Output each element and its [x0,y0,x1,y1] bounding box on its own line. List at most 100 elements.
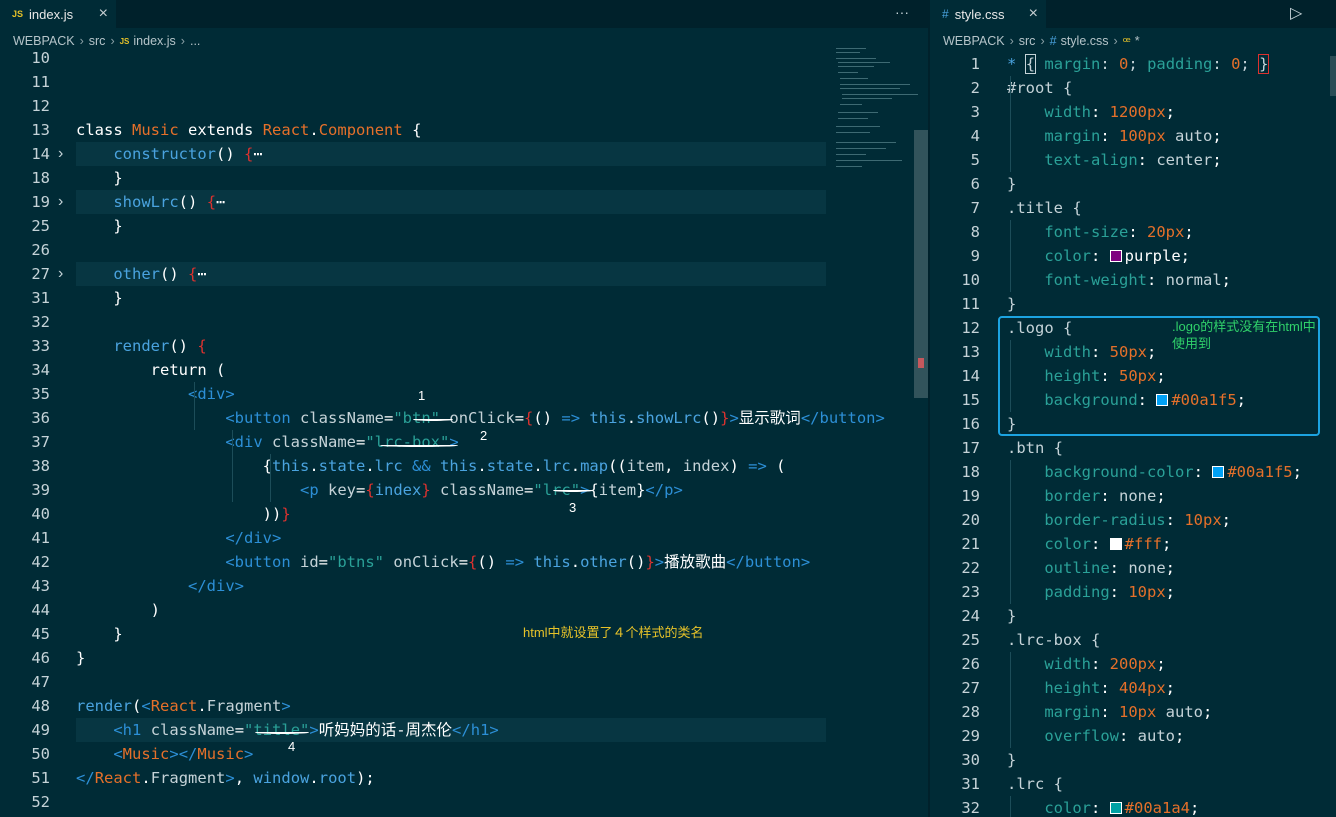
minimap[interactable] [832,42,918,182]
code-line[interactable]: 41 </div> [0,526,928,550]
js-file-icon: JS [119,36,130,46]
tab-label: index.js [29,6,74,22]
color-swatch[interactable] [1212,466,1225,478]
code-line[interactable]: 17 .btn { [930,436,1336,460]
line-number: 39 [31,481,50,499]
breadcrumb-item[interactable]: style.css [1061,34,1109,48]
code-line[interactable]: 30} [930,748,1336,772]
color-swatch[interactable] [1109,250,1122,262]
code-line[interactable]: 4 margin: 100px auto; [930,124,1336,148]
code-text: {this.state.lrc && this.state.lrc.map((i… [262,457,786,475]
code-line[interactable]: 18 background-color: #00a1f5; [930,460,1336,484]
close-icon[interactable]: × [99,5,108,23]
code-line[interactable]: 5 text-align: center; [930,148,1336,172]
more-actions-icon[interactable]: ··· [895,4,909,20]
code-line[interactable]: 32 [0,310,928,334]
annotation-number-4: 4 [288,739,296,754]
code-line[interactable]: 48 render(<React.Fragment> [0,694,928,718]
code-line[interactable]: 37 <div className="lrc-box"> [0,430,928,454]
code-line[interactable]: 32 color: #00a1a4; [930,796,1336,817]
tab-bar-left: JS index.js × ··· [0,0,928,28]
code-line[interactable]: 47 [0,670,928,694]
code-line[interactable]: 11} [930,292,1336,316]
fold-chevron-icon[interactable]: › [58,142,63,166]
code-line[interactable]: 42 <button id="btns" onClick={() => this… [0,550,928,574]
code-text: margin: 100px auto; [1044,127,1222,145]
code-line[interactable]: 26 width: 200px; [930,652,1336,676]
code-line[interactable]: 21 color: #fff; [930,532,1336,556]
annotation-number-3: 3 [569,500,577,515]
code-line[interactable]: 45 } [0,622,928,646]
fold-chevron-icon[interactable]: › [58,262,63,286]
code-line[interactable]: 52 [0,790,928,814]
vertical-scrollbar-thumb[interactable] [1330,56,1336,96]
code-text: render() { [113,337,207,355]
code-line[interactable]: 33 render() { [0,334,928,358]
code-line[interactable]: 40 ))} [0,502,928,526]
code-line[interactable]: 2 #root { [930,76,1336,100]
code-line[interactable]: 29 overflow: auto; [930,724,1336,748]
code-line[interactable]: 24} [930,604,1336,628]
close-icon[interactable]: × [1029,5,1038,23]
code-line[interactable]: 22 outline: none; [930,556,1336,580]
code-line[interactable]: 25 } [0,214,928,238]
code-line[interactable]: 31 } [0,286,928,310]
line-number: 14 [961,367,980,385]
code-line[interactable]: 13 class Music extends React.Component { [0,118,928,142]
code-line[interactable]: 44 ) [0,598,928,622]
code-text: background-color: #00a1f5; [1044,463,1302,481]
code-line[interactable]: 34 return ( [0,358,928,382]
code-line[interactable]: 10 font-weight: normal; [930,268,1336,292]
line-number: 32 [31,313,50,331]
code-line[interactable]: 39 <p key={index} className="lrc">{item}… [0,478,928,502]
line-number: 2 [970,79,980,97]
chevron-right-icon: › [1113,34,1118,48]
code-line[interactable]: 51 </React.Fragment>, window.root); [0,766,928,790]
code-line[interactable]: 1 * { margin: 0; padding: 0; } [930,52,1336,76]
tab-index-js[interactable]: JS index.js × [0,0,116,28]
code-line[interactable]: 7 .title { [930,196,1336,220]
code-line[interactable]: 38 {this.state.lrc && this.state.lrc.map… [0,454,928,478]
code-line[interactable]: 10 [0,46,928,70]
color-swatch[interactable] [1109,538,1122,550]
code-line[interactable]: 3 width: 1200px; [930,100,1336,124]
breadcrumb-item[interactable]: * [1135,34,1140,48]
code-text: margin: 10px auto; [1044,703,1213,721]
code-line[interactable]: 27 height: 404px; [930,676,1336,700]
annotation-number-1: 1 [418,388,426,403]
code-line[interactable]: 20 border-radius: 10px; [930,508,1336,532]
code-line[interactable]: 43 </div> [0,574,928,598]
breadcrumb-item[interactable]: WEBPACK [943,34,1005,48]
code-line[interactable]: 11 [0,70,928,94]
code-line[interactable]: 18 } [0,166,928,190]
code-line[interactable]: 26 [0,238,928,262]
js-file-icon: JS [12,9,24,19]
code-line[interactable]: 27 › other() {⋯ [0,262,928,286]
code-line[interactable]: 6} [930,172,1336,196]
color-swatch[interactable] [1109,802,1122,814]
line-number: 14 [31,145,50,163]
code-line[interactable]: 50 <Music></Music> [0,742,928,766]
code-line[interactable]: 9 color: purple; [930,244,1336,268]
code-line[interactable]: 23 padding: 10px; [930,580,1336,604]
indent-guide [232,454,233,478]
code-line[interactable]: 12 [0,94,928,118]
code-line[interactable]: 35 <div> [0,382,928,406]
breadcrumb-item[interactable]: src [1019,34,1036,48]
code-line[interactable]: 19 border: none; [930,484,1336,508]
code-line[interactable]: 14 › constructor() {⋯ [0,142,928,166]
code-line[interactable]: 25 .lrc-box { [930,628,1336,652]
run-icon[interactable]: ▷ [1290,3,1302,23]
code-line[interactable]: 36 <button className="btn" onClick={() =… [0,406,928,430]
code-line[interactable]: 28 margin: 10px auto; [930,700,1336,724]
code-line[interactable]: 8 font-size: 20px; [930,220,1336,244]
line-number: 43 [31,577,50,595]
code-line[interactable]: 49 <h1 className="title">听妈妈的话-周杰伦</h1> [0,718,928,742]
code-line[interactable]: 46} [0,646,928,670]
code-line[interactable]: 31 .lrc { [930,772,1336,796]
fold-chevron-icon[interactable]: › [58,190,63,214]
code-area-left[interactable]: 10 11 12 13 class Music extends React.Compon… [0,49,928,817]
tab-style-css[interactable]: # style.css × [930,0,1046,28]
code-text: other() {⋯ [113,265,207,283]
code-line[interactable]: 19 › showLrc() {⋯ [0,190,928,214]
